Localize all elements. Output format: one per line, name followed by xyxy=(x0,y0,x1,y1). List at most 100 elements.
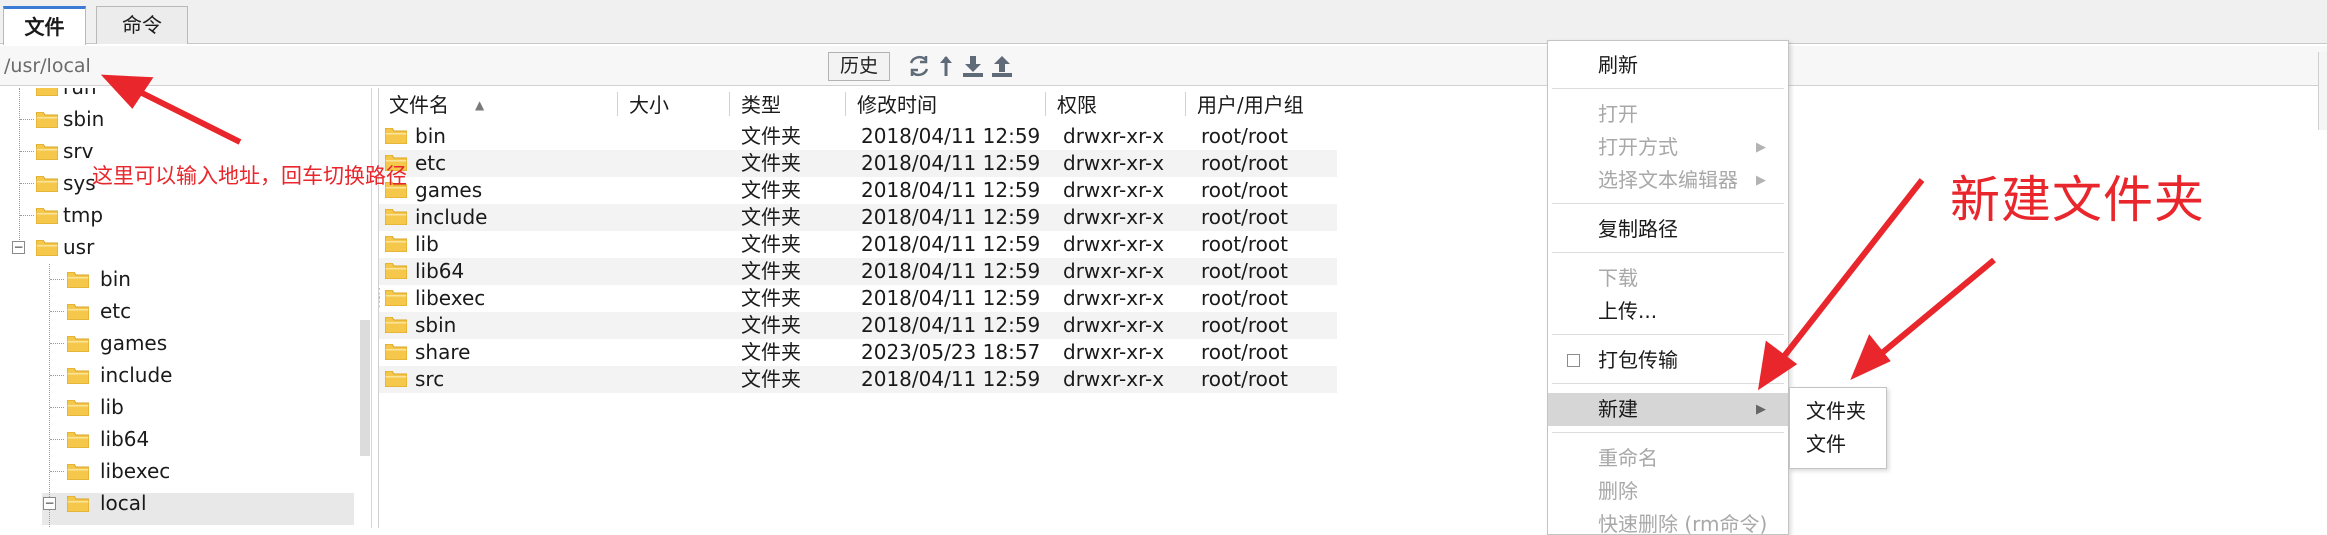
file-row[interactable]: games 文件夹 2018/04/11 12:59 drwxr-xr-x root/r… xyxy=(379,177,1337,204)
file-row[interactable]: include 文件夹 2018/04/11 12:59 drwxr-xr-x root… xyxy=(379,204,1337,231)
column-header[interactable]: 文件名 ▲ xyxy=(389,90,484,120)
file-row[interactable]: lib 文件夹 2018/04/11 12:59 drwxr-xr-x root/roo… xyxy=(379,231,1337,258)
folder-icon xyxy=(36,88,58,96)
column-header[interactable]: 修改时间 xyxy=(857,90,937,120)
file-row[interactable]: lib64 文件夹 2018/04/11 12:59 drwxr-xr-x root/r… xyxy=(379,258,1337,285)
column-separator[interactable] xyxy=(1045,92,1046,116)
path-input[interactable] xyxy=(4,52,424,80)
menu-separator xyxy=(1552,383,1784,384)
tree-connector xyxy=(50,407,64,408)
menu-separator xyxy=(1552,203,1784,204)
file-row[interactable]: sbin 文件夹 2018/04/11 12:59 drwxr-xr-x root/ro… xyxy=(379,312,1337,339)
up-arrow-icon[interactable] xyxy=(934,54,958,78)
menu-item[interactable]: 选择文本编辑器 ▶ xyxy=(1548,164,1788,197)
new-file-item[interactable]: 文件 xyxy=(1790,429,1886,460)
column-header[interactable]: 用户/用户组 xyxy=(1197,90,1304,120)
tree-item-label: usr xyxy=(63,235,95,259)
tab-bar: 文件 命令 xyxy=(0,0,2327,45)
tree-scrollbar[interactable] xyxy=(360,320,370,456)
file-row[interactable]: share 文件夹 2023/05/23 18:57 drwxr-xr-x root/r… xyxy=(379,339,1337,366)
column-header[interactable]: 大小 xyxy=(629,90,669,120)
download-icon[interactable] xyxy=(961,54,985,78)
folder-icon xyxy=(385,317,407,333)
path-bar: 历史 xyxy=(0,46,2327,86)
menu-item[interactable]: 打包传输 xyxy=(1548,344,1788,377)
menu-item[interactable]: 重命名 xyxy=(1548,442,1788,475)
tree-item-label: lib64 xyxy=(100,427,150,451)
tree-item-include[interactable]: include xyxy=(0,359,360,391)
tree-item-bin[interactable]: bin xyxy=(0,263,360,295)
menu-item[interactable]: 打开 xyxy=(1548,98,1788,131)
cell-name: lib xyxy=(415,232,439,256)
annotation-arrow-menu xyxy=(1775,178,1925,366)
cell-type: 文件夹 xyxy=(741,151,801,175)
collapse-toggle-icon[interactable]: − xyxy=(43,497,56,510)
column-separator[interactable] xyxy=(1185,92,1186,116)
cell-perm: drwxr-xr-x xyxy=(1063,340,1165,364)
tree-item-etc[interactable]: etc xyxy=(0,295,360,327)
tree-connector xyxy=(50,439,64,440)
file-row[interactable]: libexec 文件夹 2018/04/11 12:59 drwxr-xr-x root… xyxy=(379,285,1337,312)
cell-perm: drwxr-xr-x xyxy=(1063,205,1165,229)
menu-item-label: 打开方式 xyxy=(1598,135,1678,159)
menu-item[interactable]: 删除 xyxy=(1548,475,1788,508)
refresh-icon[interactable] xyxy=(907,54,931,78)
folder-icon xyxy=(385,209,407,225)
column-separator[interactable] xyxy=(845,92,846,116)
column-header[interactable]: 类型 xyxy=(741,90,781,120)
upload-icon[interactable] xyxy=(990,54,1014,78)
tab-commands[interactable]: 命令 xyxy=(96,6,188,44)
tree-connector xyxy=(50,375,64,376)
cell-name: include xyxy=(415,205,488,229)
collapse-toggle-icon[interactable]: − xyxy=(12,241,25,254)
tab-files[interactable]: 文件 xyxy=(3,6,86,45)
column-separator[interactable] xyxy=(617,92,618,116)
column-header-label: 文件名 xyxy=(389,93,449,117)
folder-icon xyxy=(67,304,89,320)
cell-type: 文件夹 xyxy=(741,259,801,283)
tree-item-run[interactable]: run xyxy=(0,88,360,103)
tree-item-lib64[interactable]: lib64 xyxy=(0,423,360,455)
file-row[interactable]: bin 文件夹 2018/04/11 12:59 drwxr-xr-x root/roo… xyxy=(379,123,1337,150)
file-row[interactable]: src 文件夹 2018/04/11 12:59 drwxr-xr-x root/roo… xyxy=(379,366,1337,393)
folder-icon xyxy=(385,263,407,279)
tree-item-usr[interactable]: − usr xyxy=(0,231,360,263)
menu-item[interactable]: 复制路径 xyxy=(1548,213,1788,246)
menu-item[interactable]: 下载 xyxy=(1548,262,1788,295)
pack-transfer-checkbox[interactable] xyxy=(1567,354,1580,367)
tree-connector xyxy=(50,279,64,280)
cell-modified: 2018/04/11 12:59 xyxy=(861,124,1041,148)
menu-item[interactable]: 新建 ▶ xyxy=(1548,393,1788,426)
tree-item-lib[interactable]: lib xyxy=(0,391,360,423)
history-button[interactable]: 历史 xyxy=(828,52,890,81)
tree-item-label: games xyxy=(100,331,168,355)
file-row[interactable]: etc 文件夹 2018/04/11 12:59 drwxr-xr-x root/roo… xyxy=(379,150,1337,177)
menu-item[interactable]: 快速删除 (rm命令) xyxy=(1548,508,1788,535)
context-menu: 刷新 打开 打开方式 ▶ 选择文本编辑器 ▶ 复制路径 下载 上传... 打包传输 新建 ▶ 重命名 删除… xyxy=(1547,40,1789,535)
tree-item-tmp[interactable]: tmp xyxy=(0,199,360,231)
directory-tree: run sbin srv sys tmp − usrbin etc games include li… xyxy=(0,88,372,528)
tree-item-local[interactable]: − local xyxy=(0,487,360,519)
menu-item[interactable]: 上传... xyxy=(1548,295,1788,328)
cell-type: 文件夹 xyxy=(741,367,801,391)
folder-icon xyxy=(67,432,89,448)
menu-item[interactable]: 打开方式 ▶ xyxy=(1548,131,1788,164)
cell-perm: drwxr-xr-x xyxy=(1063,259,1165,283)
menu-item-label: 新建 xyxy=(1598,397,1638,421)
menu-item[interactable]: 刷新 xyxy=(1548,49,1788,82)
column-separator[interactable] xyxy=(729,92,730,116)
cell-owner: root/root xyxy=(1201,259,1288,283)
tree-item-sbin[interactable]: sbin xyxy=(0,103,360,135)
menu-item-label: 重命名 xyxy=(1598,446,1658,470)
cell-owner: root/root xyxy=(1201,205,1288,229)
tree-item-label: run xyxy=(63,88,97,103)
menu-item-label: 选择文本编辑器 xyxy=(1598,168,1738,192)
column-header[interactable]: 权限 xyxy=(1057,90,1097,120)
tree-item-libexec[interactable]: libexec xyxy=(0,455,360,487)
cell-modified: 2018/04/11 12:59 xyxy=(861,259,1041,283)
submenu-arrow-icon: ▶ xyxy=(1756,140,1766,155)
new-folder-item[interactable]: 文件夹 xyxy=(1790,396,1886,427)
tree-item-games[interactable]: games xyxy=(0,327,360,359)
cell-type: 文件夹 xyxy=(741,124,801,148)
menu-separator xyxy=(1552,432,1784,433)
